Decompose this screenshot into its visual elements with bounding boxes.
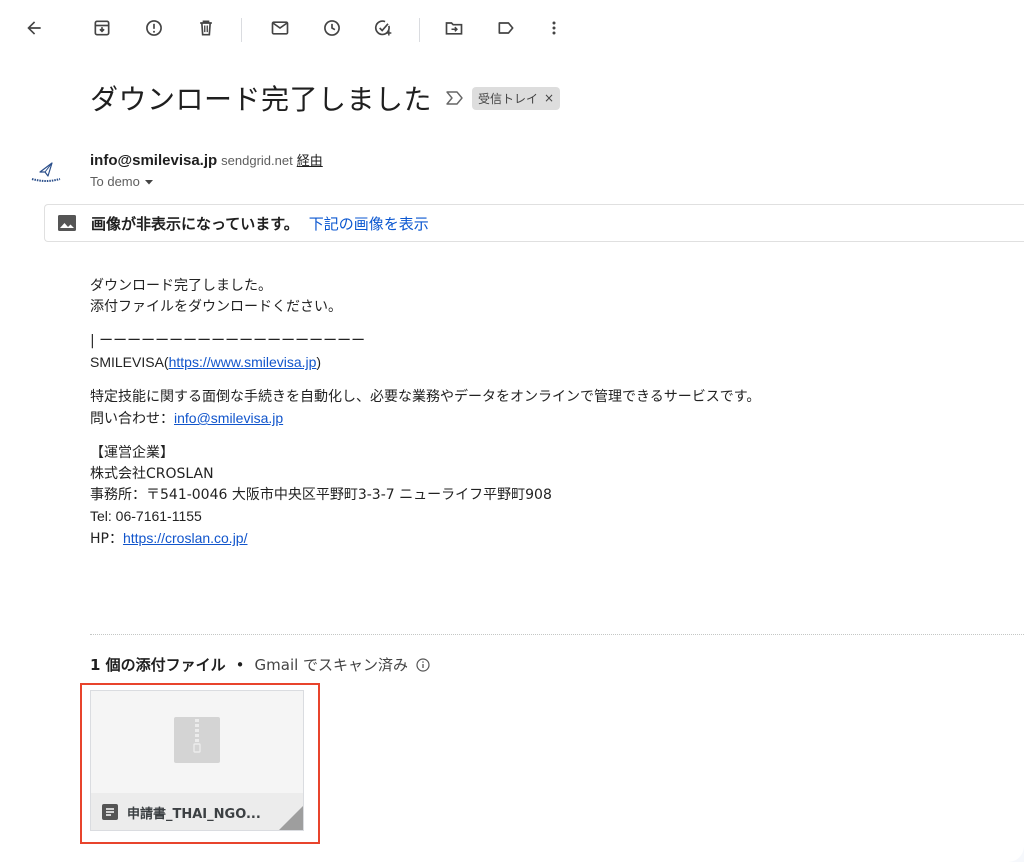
signature-header: | ーーーーーーーーーーーーーーーーーーー SMILEVISA(https://…: [90, 331, 990, 374]
company-info: 【運営企業】 株式会社CROSLAN 事務所：〒541-0046 大阪市中央区平…: [90, 443, 990, 550]
delete-button[interactable]: [186, 8, 226, 48]
contact-email-link[interactable]: info@smilevisa.jp: [174, 410, 283, 426]
important-marker-icon[interactable]: [446, 89, 464, 107]
smilevisa-prefix: SMILEVISA(: [90, 354, 169, 370]
attachments-header: 1 個の添付ファイル • Gmail でスキャン済み: [90, 654, 430, 675]
back-button[interactable]: [14, 8, 54, 48]
add-task-icon: [374, 20, 392, 36]
zip-file-icon: [174, 717, 220, 763]
archive-button[interactable]: [82, 8, 122, 48]
mark-unread-button[interactable]: [260, 8, 300, 48]
report-spam-button[interactable]: [134, 8, 174, 48]
mark-unread-icon: [271, 21, 289, 35]
inbox-label-chip[interactable]: 受信トレイ ×: [472, 86, 561, 110]
move-to-button[interactable]: [434, 8, 474, 48]
office-address: 事務所：〒541-0046 大阪市中央区平野町3-3-7 ニューライフ平野町90…: [90, 487, 552, 503]
images-hidden-banner: 画像が非表示になっています。 下記の画像を表示: [44, 204, 1024, 242]
service-description: 特定技能に関する面倒な手続きを自動化し、必要な業務やデータをオンラインで管理でき…: [90, 387, 990, 430]
attachment-card[interactable]: 申請書_THAI_NGO...: [90, 690, 304, 831]
body-line-1: ダウンロード完了しました。: [90, 278, 272, 294]
signature-separator: | ーーーーーーーーーーーーーーーーーーー: [90, 333, 366, 349]
recipient-line[interactable]: To demo: [90, 174, 154, 189]
attachment-thumbnail: [91, 691, 303, 793]
dropdown-arrow-icon: [144, 179, 153, 184]
label-button[interactable]: [486, 8, 526, 48]
scan-status: Gmail でスキャン済み: [254, 656, 409, 674]
toolbar-divider: [419, 18, 420, 42]
sender-avatar[interactable]: [26, 152, 66, 192]
delete-icon: [200, 20, 212, 36]
company-name: 株式会社CROSLAN: [90, 466, 214, 482]
sender-email[interactable]: info@smilevisa.jp: [90, 152, 217, 169]
attachment-footer: 申請書_THAI_NGO...: [91, 793, 303, 830]
report-spam-icon: [146, 20, 162, 36]
document-icon: [102, 804, 118, 820]
page-fold-corner: [279, 806, 303, 830]
email-view: ダウンロード完了しました 受信トレイ × info@smilevisa.jp s…: [0, 0, 1024, 862]
header-dot: •: [235, 655, 245, 674]
via-link[interactable]: 経由: [297, 150, 323, 169]
smilevisa-link[interactable]: https://www.smilevisa.jp: [169, 354, 317, 370]
add-task-button[interactable]: [363, 8, 403, 48]
attachment-count: 1 個の添付ファイル: [90, 656, 226, 674]
email-body: ダウンロード完了しました。 添付ファイルをダウンロードください。 | ーーーーー…: [90, 276, 990, 563]
label-text: 受信トレイ: [478, 91, 539, 106]
back-arrow-icon: [27, 21, 41, 35]
move-to-icon: [445, 22, 463, 35]
email-subject: ダウンロード完了しました: [90, 83, 433, 116]
snooze-button[interactable]: [312, 8, 352, 48]
image-icon: [58, 215, 76, 231]
label-icon: [498, 22, 514, 34]
service-desc-text: 特定技能に関する面倒な手続きを自動化し、必要な業務やデータをオンラインで管理でき…: [90, 389, 761, 405]
subject-row: ダウンロード完了しました 受信トレイ ×: [90, 78, 561, 118]
show-images-link[interactable]: 下記の画像を表示: [309, 213, 429, 234]
hp-prefix: HP：: [90, 531, 123, 547]
via-domain: sendgrid.net: [221, 153, 293, 168]
toolbar-divider: [241, 18, 242, 42]
info-icon[interactable]: [416, 657, 430, 672]
more-options-button[interactable]: [534, 8, 574, 48]
company-heading: 【運営企業】: [90, 445, 174, 461]
body-line-2: 添付ファイルをダウンロードください。: [90, 299, 342, 315]
attachment-filename: 申請書_THAI_NGO...: [127, 806, 261, 822]
sender-line: info@smilevisa.jp sendgrid.net 経由: [90, 150, 323, 169]
hp-link[interactable]: https://croslan.co.jp/: [123, 530, 248, 546]
tel-number: Tel: 06-7161-1155: [90, 508, 202, 524]
images-hidden-text: 画像が非表示になっています。: [91, 214, 299, 233]
recipient-text: To demo: [90, 174, 140, 189]
archive-icon: [94, 20, 110, 36]
body-intro: ダウンロード完了しました。 添付ファイルをダウンロードください。: [90, 276, 990, 318]
snooze-icon: [324, 20, 340, 36]
remove-label-button[interactable]: ×: [544, 91, 554, 105]
contact-prefix: 問い合わせ：: [90, 411, 174, 427]
more-vert-icon: [552, 21, 556, 35]
email-toolbar: [0, 8, 1024, 48]
attachments-divider: [90, 634, 1024, 635]
smilevisa-suffix: ): [316, 354, 322, 370]
